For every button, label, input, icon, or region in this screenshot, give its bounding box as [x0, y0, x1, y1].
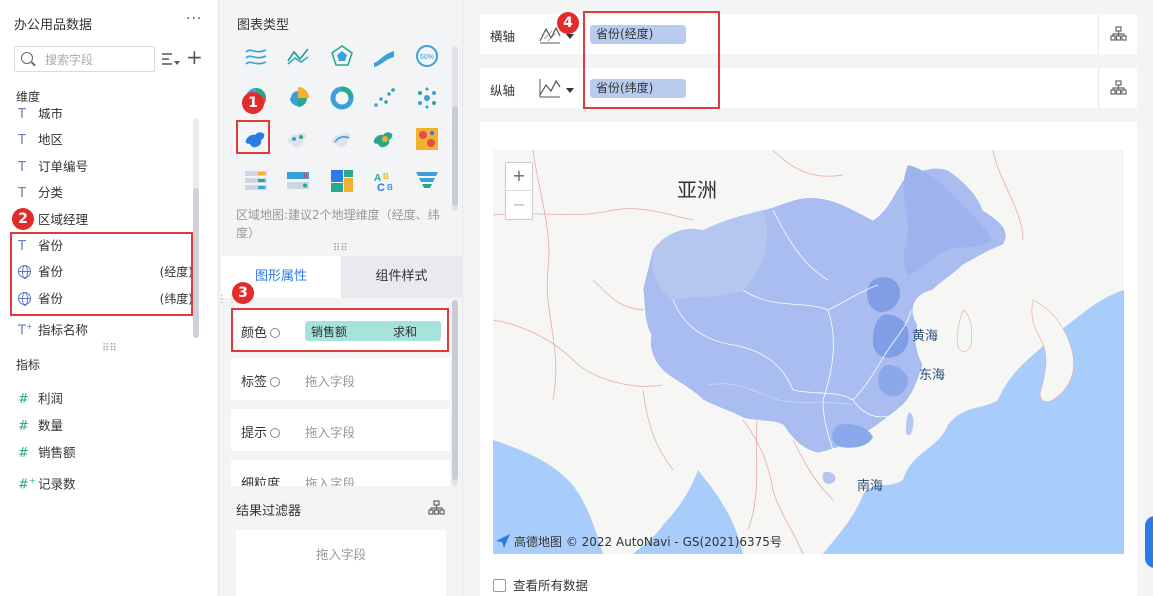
measure-item[interactable]: #+ 记录数	[18, 469, 193, 493]
hierarchy-icon[interactable]	[1110, 80, 1127, 95]
chart-type-scrollbar[interactable]	[452, 46, 458, 211]
field-item[interactable]: T+ 指标名称	[18, 315, 193, 339]
chevron-down-icon[interactable]	[566, 88, 574, 93]
field-item[interactable]: T区域经理	[18, 208, 193, 232]
hierarchy-icon[interactable]	[428, 500, 445, 515]
field-item[interactable]: T 订单编号	[18, 155, 193, 179]
map-label-asia: 亚洲	[677, 178, 717, 202]
measure-item[interactable]: # 利润	[18, 387, 193, 411]
stream-chart-icon[interactable]	[371, 43, 397, 69]
donut-chart-icon[interactable]	[329, 85, 355, 111]
search-input[interactable]: 搜索字段	[14, 46, 155, 72]
heatmap-grid-icon[interactable]	[414, 126, 440, 152]
number-type-icon: #	[18, 419, 29, 434]
kpi-card-icon[interactable]	[285, 168, 311, 194]
svg-text:B: B	[387, 183, 393, 192]
line-chart-icon[interactable]	[285, 43, 311, 69]
measure-item[interactable]: # 销售额	[18, 441, 193, 465]
area-map[interactable]	[493, 150, 1124, 554]
checkbox-icon[interactable]	[493, 579, 506, 592]
map-zoom-control: + −	[505, 162, 533, 220]
scatter-chart-icon[interactable]	[371, 85, 397, 111]
property-granularity[interactable]: 细粒度 拖入字段	[231, 460, 450, 486]
filter-title: 结果过滤器	[236, 504, 302, 519]
text-type-icon: T	[18, 160, 26, 175]
chevron-down-icon[interactable]	[566, 34, 574, 39]
step-badge-1: 1	[242, 92, 264, 114]
map-attribution: 高德地图 © 2022 AutoNavi - GS(2021)6375号	[495, 532, 782, 552]
number-type-icon: #	[18, 446, 29, 461]
map-label-yellow-sea: 黄海	[912, 329, 939, 344]
search-icon	[21, 52, 33, 64]
funnel-chart-icon[interactable]	[414, 168, 440, 194]
dimensions-title: 维度	[16, 90, 41, 104]
highlight-box-3	[231, 308, 449, 352]
text-type-icon: T	[18, 186, 26, 201]
field-item[interactable]: T 分类	[18, 181, 193, 205]
zoom-out-button[interactable]: −	[506, 192, 532, 220]
property-tooltip[interactable]: 提示 拖入字段	[231, 409, 450, 451]
heat-map-chart-icon[interactable]	[371, 126, 397, 152]
treemap-chart-icon[interactable]	[329, 168, 355, 194]
map-label-east-sea: 东海	[919, 368, 946, 383]
measure-item[interactable]: # 数量	[18, 414, 193, 438]
dimension-scrollbar[interactable]	[193, 118, 199, 338]
text-type-icon: T	[18, 108, 26, 122]
map-label-south-sea: 南海	[857, 479, 884, 494]
property-label[interactable]: 标签 拖入字段	[231, 358, 450, 400]
gear-icon[interactable]	[270, 377, 281, 387]
highlight-box-1	[236, 120, 270, 154]
amap-logo-icon	[496, 534, 510, 548]
more-icon[interactable]: ···	[186, 11, 202, 27]
resize-grip[interactable]: ⋮⋮	[217, 295, 237, 312]
bubble-chart-icon[interactable]	[414, 85, 440, 111]
step-badge-2: 2	[12, 208, 34, 230]
chart-type-title: 图表类型	[237, 18, 290, 33]
highlight-box-4	[583, 11, 720, 109]
svg-text:60%: 60%	[420, 54, 434, 61]
calc-number-icon: #+	[18, 476, 36, 493]
chart-type-description: 区域地图:建议2个地理维度（经度、纬度）	[236, 208, 440, 240]
rose-chart-icon[interactable]	[285, 85, 311, 111]
step-badge-4: 4	[557, 12, 579, 34]
flow-map-chart-icon[interactable]	[329, 126, 355, 152]
svg-text:C: C	[377, 182, 385, 194]
field-item[interactable]: T 地区	[18, 128, 193, 152]
filter-drop-zone[interactable]: 拖入字段	[236, 530, 446, 596]
text-type-icon: T	[18, 133, 26, 148]
zoom-in-button[interactable]: +	[506, 163, 532, 191]
calc-text-icon: T+	[18, 322, 33, 339]
property-scrollbar[interactable]	[452, 300, 458, 486]
sort-icon[interactable]	[160, 50, 180, 68]
search-placeholder: 搜索字段	[45, 53, 94, 67]
see-all-data-checkbox[interactable]: 查看所有数据	[493, 575, 588, 594]
axis-type-icon[interactable]	[538, 77, 562, 99]
floating-assistant-button[interactable]	[1145, 516, 1153, 568]
gauge-chart-icon[interactable]: 60%	[414, 43, 440, 69]
panel-splitter[interactable]: ⠿⠿	[333, 243, 348, 254]
measures-title: 指标	[16, 358, 41, 372]
word-cloud-icon[interactable]: A BC B	[371, 168, 397, 194]
map-canvas	[493, 150, 1124, 554]
number-type-icon: #	[18, 392, 29, 407]
point-map-chart-icon[interactable]	[285, 126, 311, 152]
radar-chart-icon[interactable]	[329, 43, 355, 69]
area-chart-icon[interactable]	[243, 43, 269, 69]
property-tabs: 图形属性 组件样式	[221, 256, 462, 298]
hierarchy-icon[interactable]	[1110, 26, 1127, 41]
field-item[interactable]: T 城市	[18, 108, 193, 126]
table-chart-icon[interactable]	[243, 168, 269, 194]
gear-icon[interactable]	[270, 428, 281, 438]
panel-splitter[interactable]: ⠿⠿	[102, 343, 117, 354]
tab-component-style[interactable]: 组件样式	[341, 256, 462, 298]
y-axis-row: 纵轴 省份(纬度)	[480, 68, 1137, 108]
highlight-box-2	[10, 232, 193, 316]
svg-text:B: B	[383, 172, 389, 181]
add-field-button[interactable]: +	[186, 44, 203, 70]
dataset-title: 办公用品数据	[14, 18, 93, 33]
